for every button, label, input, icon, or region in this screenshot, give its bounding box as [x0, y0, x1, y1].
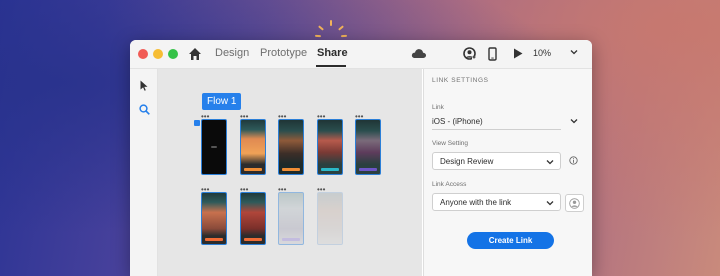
artboard-thumbnail[interactable]: [317, 192, 343, 245]
artboard-thumbnail[interactable]: [355, 119, 381, 175]
pointer-icon[interactable]: [140, 80, 148, 91]
decorative-burst: [314, 20, 348, 38]
xd-window: Design Prototype Share 10% Flow 1 ••• ••…: [130, 40, 592, 276]
home-icon[interactable]: [188, 47, 202, 61]
artboard-thumbnail[interactable]: [240, 119, 266, 175]
user-icon[interactable]: [463, 47, 476, 61]
link-label: Link: [432, 104, 444, 111]
view-setting-select[interactable]: Design Review: [432, 152, 561, 170]
zoom-level[interactable]: 10%: [533, 48, 551, 58]
close-window-button[interactable]: [138, 49, 148, 59]
flow-start-marker[interactable]: [194, 120, 200, 126]
view-setting-value: Design Review: [440, 157, 494, 166]
chevron-down-icon: [546, 201, 554, 206]
active-tab-indicator: [316, 65, 346, 67]
tab-design[interactable]: Design: [215, 47, 249, 59]
view-setting-label: View Setting: [432, 140, 469, 147]
search-icon[interactable]: [139, 104, 150, 115]
design-canvas[interactable]: Flow 1 ••• ••• ••• ••• ••• ••• ••• ••• •…: [158, 69, 422, 276]
share-panel: LINK SETTINGS Link iOS - (iPhone) View S…: [423, 69, 592, 276]
link-access-label: Link Access: [432, 181, 467, 188]
tab-share[interactable]: Share: [317, 47, 348, 59]
artboard-thumbnail[interactable]: [201, 119, 227, 175]
maximize-window-button[interactable]: [168, 49, 178, 59]
link-access-select[interactable]: Anyone with the link: [432, 193, 561, 211]
title-bar: Design Prototype Share 10%: [130, 40, 592, 69]
link-select-underline: [432, 129, 561, 130]
create-link-button[interactable]: Create Link: [467, 232, 554, 249]
minimize-window-button[interactable]: [153, 49, 163, 59]
avatar-icon: [569, 198, 580, 209]
phone-icon[interactable]: [488, 47, 497, 61]
panel-title: LINK SETTINGS: [432, 77, 489, 84]
link-access-value: Anyone with the link: [440, 198, 512, 207]
chevron-down-icon[interactable]: [570, 48, 578, 56]
chevron-down-icon: [546, 160, 554, 165]
artboard-thumbnail[interactable]: [317, 119, 343, 175]
tab-prototype[interactable]: Prototype: [260, 47, 307, 59]
info-icon[interactable]: [569, 156, 578, 165]
artboard-thumbnail[interactable]: [278, 192, 304, 245]
left-toolbar: [130, 69, 158, 276]
artboard-thumbnail[interactable]: [278, 119, 304, 175]
cloud-icon[interactable]: [411, 48, 427, 59]
link-target-select[interactable]: iOS - (iPhone): [432, 117, 483, 126]
artboard-thumbnail[interactable]: [201, 192, 227, 245]
chevron-down-icon[interactable]: [570, 117, 578, 125]
play-icon[interactable]: [513, 48, 523, 59]
flow-label[interactable]: Flow 1: [202, 93, 242, 110]
artboard-thumbnail[interactable]: [240, 192, 266, 245]
invite-people-button[interactable]: [565, 194, 584, 212]
